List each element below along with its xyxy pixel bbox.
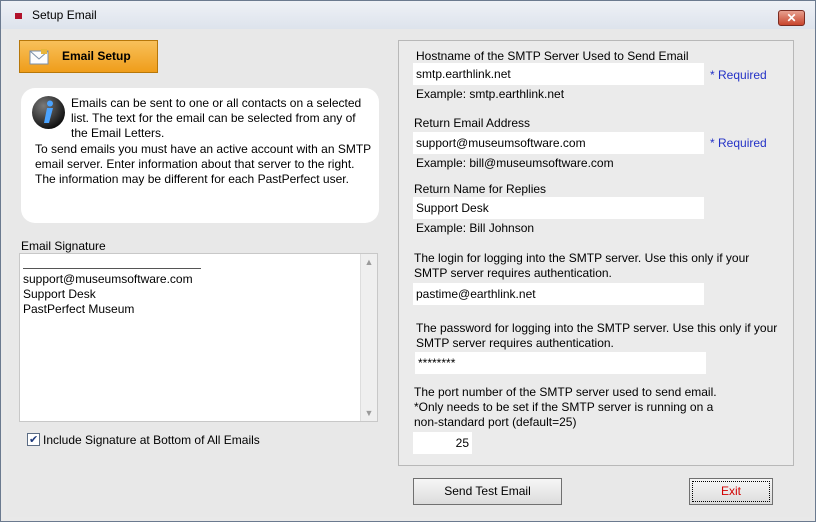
info-text-emails: Emails can be sent to one or all contact…	[71, 96, 362, 140]
email-signature-textarea[interactable]: support@museumsoftware.com Support Desk …	[19, 253, 378, 422]
checkmark-icon: ✔	[29, 434, 39, 446]
scroll-down-arrow-icon[interactable]: ▼	[361, 405, 377, 421]
app-icon	[15, 13, 22, 19]
info-icon	[32, 96, 65, 129]
email-signature-label: Email Signature	[21, 239, 106, 253]
return-email-example: Example: bill@museumsoftware.com	[416, 156, 614, 170]
exit-button[interactable]: Exit	[689, 478, 773, 505]
info-box: Emails can be sent to one or all contact…	[21, 88, 379, 223]
smtp-port-label: The port number of the SMTP server used …	[414, 385, 717, 399]
return-name-label: Return Name for Replies	[414, 182, 547, 196]
include-signature-checkbox[interactable]: ✔	[27, 433, 40, 446]
envelope-icon	[29, 49, 49, 65]
smtp-login-input[interactable]	[413, 283, 704, 305]
email-setup-tab-label: Email Setup	[62, 49, 131, 63]
hostname-input[interactable]	[413, 63, 704, 85]
return-email-required-label: * Required	[710, 136, 767, 150]
title-bar: Setup Email ✕	[1, 1, 815, 29]
hostname-required-label: * Required	[710, 68, 767, 82]
smtp-login-label: The login for logging into the SMTP serv…	[414, 251, 750, 280]
return-name-example: Example: Bill Johnson	[416, 221, 535, 235]
scroll-up-arrow-icon[interactable]: ▲	[361, 254, 377, 270]
smtp-password-label: The password for logging into the SMTP s…	[416, 321, 778, 350]
signature-text: support@museumsoftware.com Support Desk …	[23, 272, 193, 316]
close-button[interactable]: ✕	[778, 10, 805, 26]
return-name-input[interactable]	[413, 197, 704, 219]
return-email-label: Return Email Address	[414, 116, 531, 130]
signature-divider	[23, 268, 201, 269]
info-text-smtp: To send emails you must have an active a…	[35, 142, 371, 186]
setup-email-window: Setup Email ✕ Email Setup Emails can be …	[0, 0, 816, 522]
window-title: Setup Email	[32, 8, 97, 22]
smtp-password-input[interactable]	[415, 352, 706, 374]
hostname-example: Example: smtp.earthlink.net	[416, 87, 565, 101]
send-test-email-button[interactable]: Send Test Email	[413, 478, 562, 505]
email-setup-tab[interactable]: Email Setup	[19, 40, 158, 73]
smtp-port-input[interactable]	[413, 432, 472, 454]
include-signature-label: Include Signature at Bottom of All Email…	[43, 433, 260, 447]
signature-scrollbar[interactable]: ▲ ▼	[360, 254, 377, 421]
return-email-input[interactable]	[413, 132, 704, 154]
hostname-label: Hostname of the SMTP Server Used to Send…	[416, 49, 689, 63]
smtp-port-note: *Only needs to be set if the SMTP server…	[414, 400, 714, 429]
